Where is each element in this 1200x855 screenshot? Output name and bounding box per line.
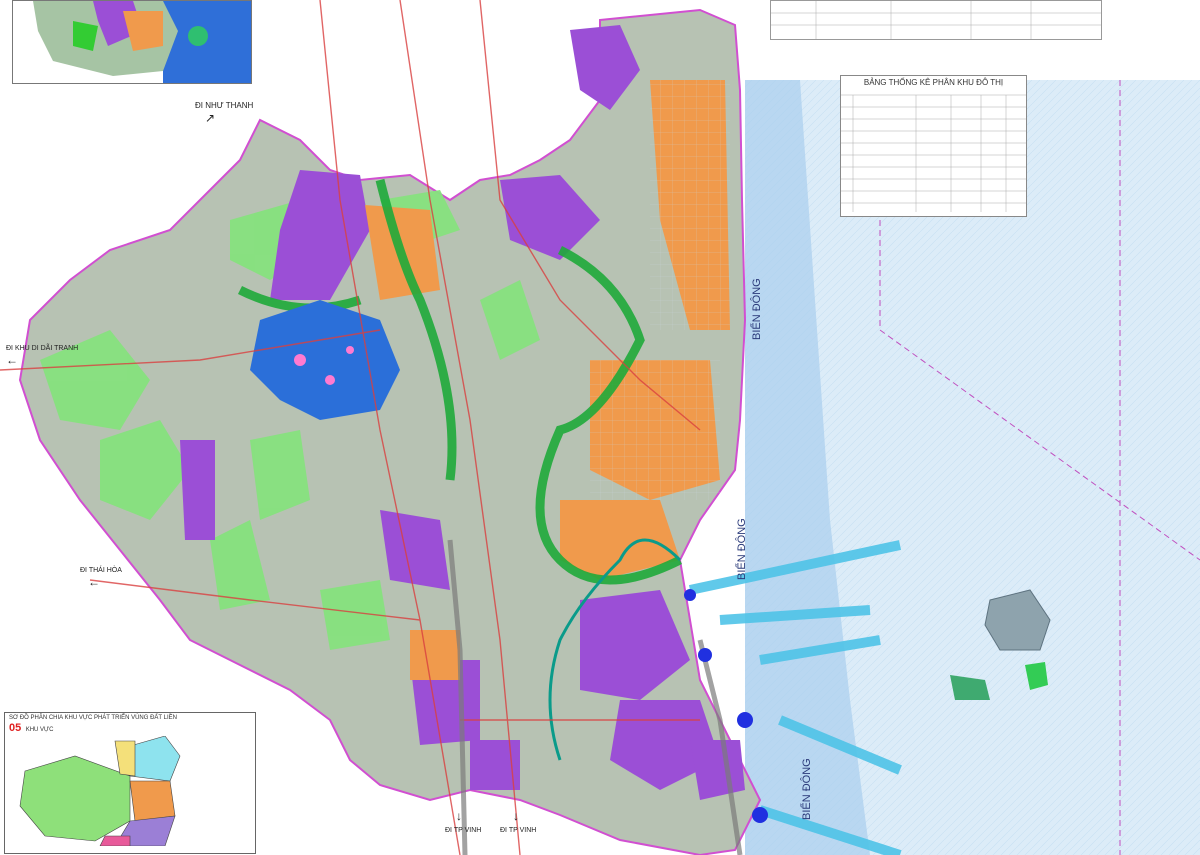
zone-division-map [19,735,181,847]
sea-label-2: BIỂN ĐÔNG [735,518,748,580]
sea-label-1: BIỂN ĐÔNG [750,278,763,340]
svg-text:ĐI THÁI HÒA: ĐI THÁI HÒA [80,565,122,574]
svg-text:ĐI TP VINH: ĐI TP VINH [500,827,536,834]
stats-table-top [770,0,1102,40]
arrow-icon: ↗ [205,111,215,125]
inset-top-left [12,0,252,84]
sea-label-3: BIỂN ĐÔNG [800,758,813,820]
inset-title: SƠ ĐỒ PHÂN CHIA KHU VỰC PHÁT TRIỂN VÙNG … [9,715,177,721]
inset-count: 05 [9,722,22,734]
svg-text:ĐI NHƯ THANH: ĐI NHƯ THANH [195,101,253,110]
inset-bottom-left: SƠ ĐỒ PHÂN CHIA KHU VỰC PHÁT TRIỂN VÙNG … [4,712,256,854]
arrow-icon: ↓ [456,809,462,823]
arrow-icon: ↓ [513,809,519,823]
svg-text:ĐI TP VINH: ĐI TP VINH [445,827,481,834]
map-canvas: BIỂN ĐÔNG BIỂN ĐÔNG BIỂN ĐÔNG ĐI NHƯ THA… [0,0,1200,855]
arrow-icon: ← [88,575,100,589]
inset-count-suffix: KHU VỰC [25,727,54,733]
stats-table-title: BẢNG THỐNG KÊ PHÂN KHU ĐÔ THỊ [863,78,1004,87]
arrow-icon: ← [6,353,18,367]
stats-table: BẢNG THỐNG KÊ PHÂN KHU ĐÔ THỊ [840,75,1027,217]
svg-text:ĐI KHU DI DÃI TRANH: ĐI KHU DI DÃI TRANH [6,343,78,352]
